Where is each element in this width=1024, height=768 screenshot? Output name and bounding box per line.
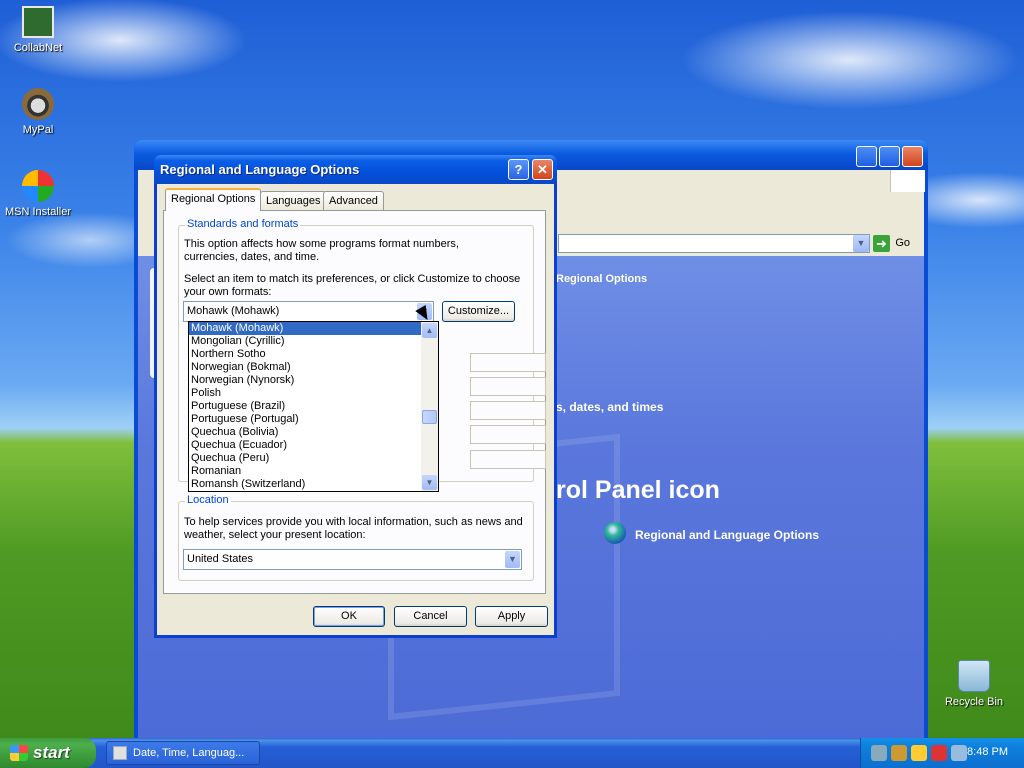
control-panel-heading: rol Panel icon <box>556 476 720 504</box>
go-arrow-icon[interactable]: ➜ <box>873 235 890 252</box>
location-group: Location To help services provide you wi… <box>178 494 534 581</box>
sample-field <box>470 450 546 469</box>
help-button[interactable]: ? <box>508 159 529 180</box>
cancel-button[interactable]: Cancel <box>394 606 467 627</box>
minimize-button[interactable] <box>856 146 877 167</box>
dropdown-option[interactable]: Polish <box>189 387 421 400</box>
dropdown-option[interactable]: Northern Sotho <box>189 348 421 361</box>
scroll-thumb[interactable] <box>422 410 437 424</box>
format-select-value: Mohawk (Mohawk) <box>187 305 280 317</box>
windows-flag-icon <box>10 745 28 761</box>
dropdown-option[interactable]: Portuguese (Brazil) <box>189 400 421 413</box>
tray-app-icon[interactable] <box>891 745 907 761</box>
tab-advanced[interactable]: Advanced <box>323 191 384 210</box>
taskbar: start Date, Time, Languag... 8:48 PM <box>0 738 1024 768</box>
antivirus-icon[interactable] <box>931 745 947 761</box>
system-tray: 8:48 PM <box>860 738 1024 768</box>
dropdown-option[interactable]: Norwegian (Bokmal) <box>189 361 421 374</box>
security-shield-icon[interactable] <box>911 745 927 761</box>
desktop-icon-msn-installer[interactable]: MSN Installer <box>1 170 75 218</box>
dropdown-option[interactable]: Quechua (Bolivia) <box>189 426 421 439</box>
desktop-icon-label: MyPal <box>22 124 54 136</box>
scroll-down-icon[interactable]: ▼ <box>422 475 437 490</box>
location-select[interactable]: United States ▼ <box>183 549 522 570</box>
format-select[interactable]: Mohawk (Mohawk) ▼ <box>183 301 434 322</box>
control-panel-item-link[interactable]: Regional and Language Options <box>635 528 819 542</box>
dropdown-option[interactable]: Quechua (Ecuador) <box>189 439 421 452</box>
customize-button[interactable]: Customize... <box>442 301 515 322</box>
start-label: start <box>33 743 70 762</box>
scrollbar[interactable]: ▲ ▼ <box>421 322 438 491</box>
network-icon[interactable] <box>871 745 887 761</box>
chevron-down-icon[interactable]: ▼ <box>853 235 869 252</box>
format-dropdown-list[interactable]: Mohawk (Mohawk) Mongolian (Cyrillic) North… <box>188 321 439 492</box>
scroll-up-icon[interactable]: ▲ <box>422 323 437 338</box>
dialog-title: Regional and Language Options <box>160 162 360 177</box>
sample-field <box>470 425 546 444</box>
dropdown-option[interactable]: Romanian <box>189 465 421 478</box>
standards-instruction: Select an item to match its preferences,… <box>184 273 521 298</box>
windows-logo-icon <box>890 170 925 192</box>
recycle-bin-icon <box>958 660 990 692</box>
dropdown-option[interactable]: Mongolian (Cyrillic) <box>189 335 421 348</box>
dropdown-option[interactable]: Quechua (Peru) <box>189 452 421 465</box>
msn-icon <box>22 170 54 202</box>
tab-regional-options[interactable]: Regional Options <box>165 188 262 211</box>
desktop-icon-recycle-bin[interactable]: Recycle Bin <box>937 660 1011 708</box>
desktop-icon-label: MSN Installer <box>4 206 72 218</box>
taskbar-item[interactable]: Date, Time, Languag... <box>106 741 260 765</box>
sample-field <box>470 377 546 396</box>
category-text[interactable]: s, dates, and times <box>556 400 663 414</box>
dropdown-option[interactable]: Norwegian (Nynorsk) <box>189 374 421 387</box>
desktop-icon-mypal[interactable]: MyPal <box>1 88 75 136</box>
globe-icon[interactable] <box>604 522 626 544</box>
apply-button[interactable]: Apply <box>475 606 548 627</box>
chevron-down-icon[interactable]: ▼ <box>505 551 520 568</box>
location-select-value: United States <box>187 553 254 565</box>
tab-languages[interactable]: Languages <box>260 191 327 210</box>
desktop-icon-collabnet[interactable]: CollabNet <box>1 6 75 54</box>
clock: 8:48 PM <box>967 746 1008 758</box>
taskbar-item-label: Date, Time, Languag... <box>133 747 245 759</box>
group-label: Standards and formats <box>185 218 301 230</box>
desktop-icon-label: Recycle Bin <box>944 696 1004 708</box>
dropdown-option[interactable]: Portuguese (Portugal) <box>189 413 421 426</box>
maximize-button[interactable] <box>879 146 900 167</box>
desktop-icon-label: CollabNet <box>13 42 63 54</box>
window-icon <box>113 746 127 760</box>
close-button[interactable]: ✕ <box>532 159 553 180</box>
address-input[interactable] <box>558 234 870 253</box>
go-button[interactable]: Go <box>895 237 910 249</box>
sample-field <box>470 353 546 372</box>
close-button[interactable] <box>902 146 923 167</box>
task-heading: Regional Options <box>556 273 648 285</box>
dialog-title-bar[interactable]: Regional and Language Options ? ✕ <box>154 155 557 184</box>
ok-button[interactable]: OK <box>313 606 385 627</box>
dropdown-items: Mohawk (Mohawk) Mongolian (Cyrillic) North… <box>189 322 438 491</box>
sample-field <box>470 401 546 420</box>
mypal-icon <box>22 88 54 120</box>
dropdown-option[interactable]: Mohawk (Mohawk) <box>189 322 421 335</box>
volume-icon[interactable] <box>951 745 967 761</box>
collabnet-icon <box>22 6 54 38</box>
group-label: Location <box>185 494 231 506</box>
standards-description: This option affects how some programs fo… <box>184 238 459 263</box>
start-button[interactable]: start <box>0 738 96 768</box>
dropdown-option[interactable]: Romansh (Switzerland) <box>189 478 421 491</box>
location-description: To help services provide you with local … <box>184 516 523 541</box>
